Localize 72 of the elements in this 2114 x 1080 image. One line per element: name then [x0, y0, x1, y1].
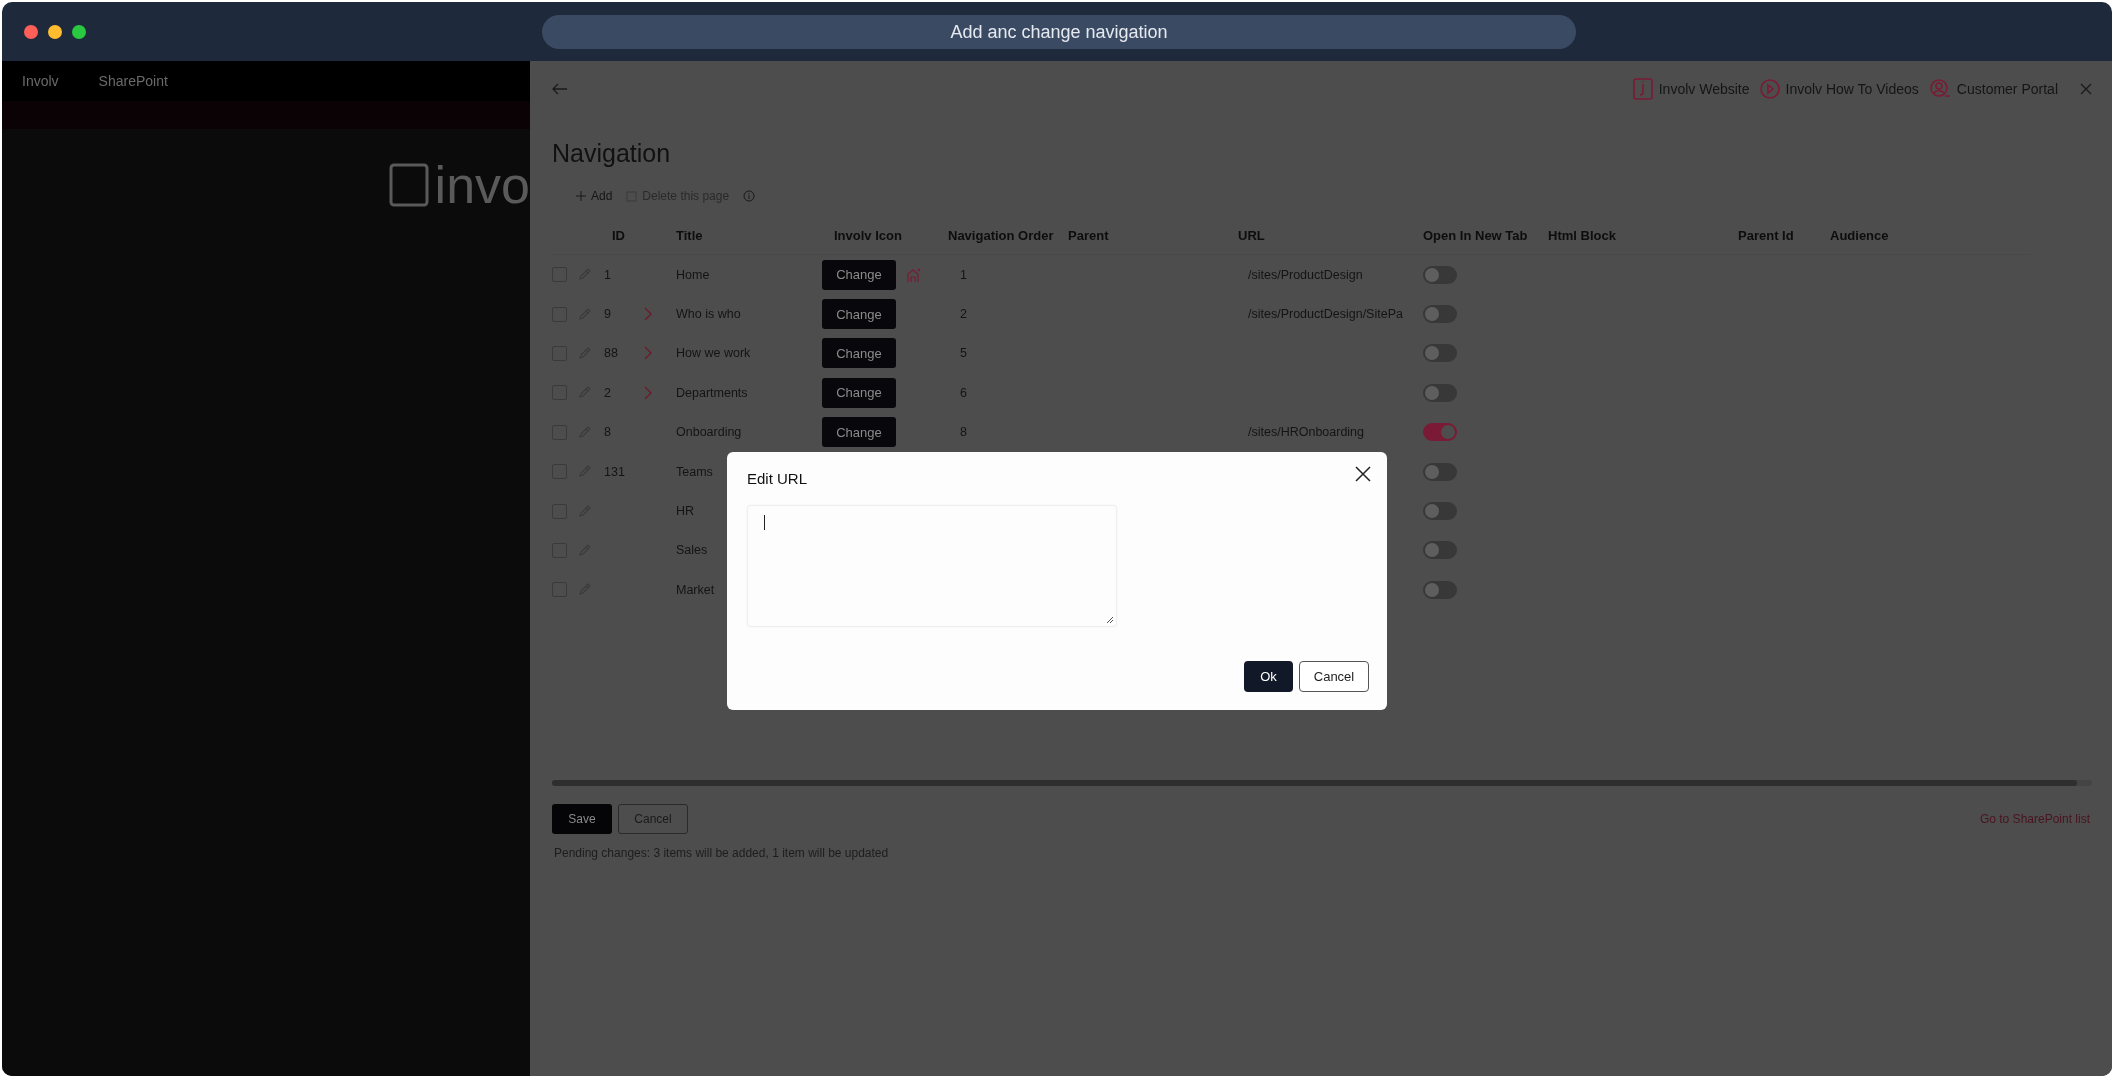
plus-icon	[576, 191, 586, 201]
column-header: Open In New Tab	[1423, 227, 1528, 243]
brand-name: Involv	[22, 73, 59, 89]
chevron-right-icon[interactable]	[644, 385, 652, 400]
ok-button[interactable]: Ok	[1244, 661, 1293, 692]
toggle-switch[interactable]	[1423, 344, 1457, 363]
toggle-switch[interactable]	[1423, 502, 1457, 521]
resize-grip-icon[interactable]	[1106, 616, 1114, 624]
logo-text: invo	[434, 159, 530, 211]
maximize-window-icon[interactable]	[72, 24, 86, 39]
product-name: SharePoint	[98, 73, 168, 89]
change-button[interactable]: Change	[822, 259, 896, 290]
minimize-window-icon[interactable]	[48, 24, 62, 39]
logo-icon	[388, 163, 429, 207]
toggle-switch[interactable]	[1423, 541, 1457, 560]
change-button[interactable]: Change	[822, 377, 896, 408]
table-cell: 8	[960, 425, 967, 440]
dialog-title: Edit URL	[747, 470, 808, 487]
horizontal-scrollbar[interactable]	[552, 779, 2092, 786]
column-header: Parent Id	[1738, 227, 1794, 243]
table-cell: 2	[960, 307, 967, 322]
table-cell: 8	[604, 425, 611, 440]
table-cell: Onboarding	[676, 425, 742, 440]
table-cell: Market	[676, 582, 715, 597]
change-button[interactable]: Change	[822, 338, 896, 369]
chevron-right-icon[interactable]	[644, 307, 652, 322]
toggle-switch[interactable]	[1423, 265, 1457, 284]
column-header: Audience	[1830, 227, 1889, 243]
table-cell: How we work	[676, 346, 751, 361]
play-circle-icon	[1759, 79, 1780, 99]
table-cell: HR	[676, 504, 695, 519]
table-cell: 88	[604, 346, 618, 361]
column-header: Parent	[1068, 227, 1109, 243]
toggle-switch[interactable]	[1423, 423, 1457, 442]
table-cell: Teams	[676, 464, 713, 479]
table-cell: /sites/ProductDesign/SitePa	[1248, 307, 1403, 322]
letter-j-square-icon	[1632, 78, 1653, 100]
cancel-button[interactable]: Cancel	[1299, 661, 1369, 692]
table-cell: Departments	[676, 385, 748, 400]
column-header: Html Block	[1548, 227, 1616, 243]
table-cell: 131	[604, 464, 625, 479]
table-cell: /sites/HROnboarding	[1248, 425, 1365, 440]
table-cell: /sites/ProductDesign	[1248, 267, 1363, 282]
close-window-icon[interactable]	[24, 24, 38, 39]
page-heading: Navigation	[552, 139, 672, 168]
table-cell: 1	[960, 267, 967, 282]
table-cell: 1	[604, 267, 611, 282]
column-header: Title	[676, 227, 703, 243]
table-cell: 9	[604, 307, 611, 322]
window-title: Add anc change navigation	[542, 15, 1576, 49]
toggle-switch[interactable]	[1423, 383, 1457, 402]
toggle-switch[interactable]	[1423, 305, 1457, 324]
chevron-right-icon[interactable]	[644, 346, 652, 361]
table-cell: Sales	[676, 543, 708, 558]
back-arrow-icon[interactable]	[552, 83, 568, 95]
column-header: Navigation Order	[948, 227, 1054, 243]
change-button[interactable]: Change	[822, 417, 896, 448]
url-input-field[interactable]	[747, 505, 1117, 627]
table-cell: 6	[960, 385, 967, 400]
table-cell: Home	[676, 267, 710, 282]
table-cell: 2	[604, 385, 611, 400]
column-header: Involv Icon	[834, 227, 902, 243]
toggle-switch[interactable]	[1423, 580, 1457, 599]
toggle-switch[interactable]	[1423, 462, 1457, 481]
column-header: ID	[612, 227, 625, 243]
info-icon[interactable]	[743, 190, 756, 202]
close-icon[interactable]	[1355, 466, 1371, 482]
user-icon	[1928, 79, 1951, 99]
save-button[interactable]: Save	[552, 803, 612, 834]
table-cell: 5	[960, 346, 967, 361]
change-button[interactable]: Change	[822, 299, 896, 330]
column-header: URL	[1238, 227, 1265, 243]
